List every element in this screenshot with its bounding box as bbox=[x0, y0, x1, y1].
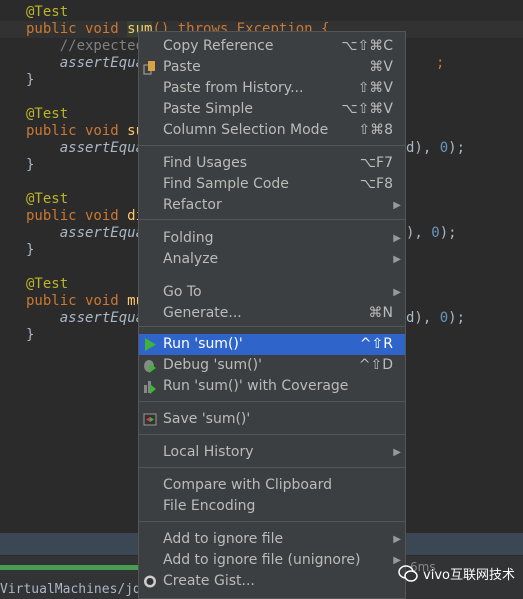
menu-item-label: Debug 'sum()' bbox=[163, 357, 262, 373]
menu-separator bbox=[139, 145, 405, 146]
menu-item-label: Paste bbox=[163, 59, 201, 75]
coverage-icon bbox=[143, 379, 157, 394]
menu-item-copy-reference[interactable]: Copy Reference ⌥⇧⌘C bbox=[139, 36, 405, 57]
menu-item-paste-simple[interactable]: Paste Simple ⌥⇧⌘V bbox=[139, 99, 405, 120]
submenu-arrow-icon: ▶ bbox=[393, 200, 401, 211]
menu-item-local-history[interactable]: Local History ▶ bbox=[139, 442, 405, 463]
watermark: vivo互联网技术 bbox=[398, 564, 515, 583]
menu-item-save-sum[interactable]: Save 'sum()' bbox=[139, 409, 405, 430]
menu-separator bbox=[139, 326, 405, 327]
menu-item-analyze[interactable]: Analyze ▶ bbox=[139, 249, 405, 270]
menu-item-run-sum-with-coverage[interactable]: Run 'sum()' with Coverage bbox=[139, 376, 405, 397]
menu-item-label: Add to ignore file bbox=[163, 531, 284, 547]
menu-item-label: Analyze bbox=[163, 251, 219, 267]
menu-item-shortcut: ⌥F8 bbox=[359, 176, 393, 192]
menu-item-find-usages[interactable]: Find Usages ⌥F7 bbox=[139, 153, 405, 174]
menu-item-add-to-ignore-file-unignore[interactable]: Add to ignore file (unignore) ▶ bbox=[139, 550, 405, 571]
menu-item-shortcut: ⇧⌘V bbox=[357, 80, 393, 96]
menu-item-shortcut: ⌘N bbox=[368, 305, 393, 321]
console-path: VirtualMachines/jdk1 bbox=[0, 582, 157, 597]
clipboard-icon bbox=[143, 60, 157, 75]
wechat-icon bbox=[398, 564, 418, 582]
menu-separator bbox=[139, 467, 405, 468]
menu-item-find-sample-code[interactable]: Find Sample Code ⌥F8 bbox=[139, 174, 405, 195]
menu-item-shortcut: ^⇧R bbox=[359, 336, 393, 352]
menu-item-shortcut: ⇧⌘8 bbox=[358, 122, 393, 138]
save-config-icon bbox=[143, 412, 157, 427]
menu-item-generate[interactable]: Generate... ⌘N bbox=[139, 303, 405, 324]
menu-item-label: Local History bbox=[163, 444, 254, 460]
menu-item-compare-with-clipboard[interactable]: Compare with Clipboard bbox=[139, 475, 405, 496]
menu-item-shortcut: ⌘V bbox=[369, 59, 393, 75]
menu-item-file-encoding[interactable]: File Encoding bbox=[139, 496, 405, 517]
menu-item-go-to[interactable]: Go To ▶ bbox=[139, 282, 405, 303]
run-icon bbox=[143, 337, 157, 352]
menu-item-paste[interactable]: Paste ⌘V bbox=[139, 57, 405, 78]
menu-item-folding[interactable]: Folding ▶ bbox=[139, 228, 405, 249]
menu-item-label: Create Gist... bbox=[163, 573, 255, 589]
menu-item-label: Find Sample Code bbox=[163, 176, 289, 192]
menu-item-create-gist[interactable]: Create Gist... bbox=[139, 571, 405, 592]
menu-item-run-sum[interactable]: Run 'sum()' ^⇧R bbox=[139, 334, 405, 355]
menu-item-label: Compare with Clipboard bbox=[163, 477, 332, 493]
menu-item-label: Copy Reference bbox=[163, 38, 274, 54]
test-progress-bar bbox=[0, 565, 140, 570]
menu-item-label: Go To bbox=[163, 284, 202, 300]
menu-separator bbox=[139, 401, 405, 402]
menu-item-label: Column Selection Mode bbox=[163, 122, 329, 138]
menu-separator bbox=[139, 521, 405, 522]
menu-item-label: Paste from History... bbox=[163, 80, 304, 96]
menu-item-shortcut: ⌥⇧⌘C bbox=[341, 38, 393, 54]
menu-item-label: Find Usages bbox=[163, 155, 248, 171]
submenu-arrow-icon: ▶ bbox=[393, 287, 401, 298]
menu-item-label: Folding bbox=[163, 230, 214, 246]
menu-item-label: Add to ignore file (unignore) bbox=[163, 552, 361, 568]
menu-item-shortcut: ⌥⇧⌘V bbox=[341, 101, 393, 117]
menu-item-label: Run 'sum()' with Coverage bbox=[163, 378, 349, 394]
menu-item-label: Generate... bbox=[163, 305, 242, 321]
context-menu: Copy Reference ⌥⇧⌘C Paste ⌘V Paste from Hist… bbox=[138, 31, 406, 599]
menu-item-shortcut: ⌥F7 bbox=[359, 155, 393, 171]
menu-separator bbox=[139, 219, 405, 220]
menu-item-debug-sum[interactable]: Debug 'sum()' ^⇧D bbox=[139, 355, 405, 376]
submenu-arrow-icon: ▶ bbox=[393, 534, 401, 545]
submenu-arrow-icon: ▶ bbox=[393, 254, 401, 265]
menu-item-label: Paste Simple bbox=[163, 101, 254, 117]
menu-item-column-selection-mode[interactable]: Column Selection Mode ⇧⌘8 bbox=[139, 120, 405, 141]
annotation: @Test bbox=[26, 4, 69, 20]
github-icon bbox=[143, 574, 157, 589]
menu-item-label: Run 'sum()' bbox=[163, 336, 243, 352]
debug-icon bbox=[143, 358, 157, 373]
menu-item-add-to-ignore-file[interactable]: Add to ignore file ▶ bbox=[139, 529, 405, 550]
menu-item-paste-from-history[interactable]: Paste from History... ⇧⌘V bbox=[139, 78, 405, 99]
submenu-arrow-icon: ▶ bbox=[393, 447, 401, 458]
submenu-arrow-icon: ▶ bbox=[393, 233, 401, 244]
menu-item-refactor[interactable]: Refactor ▶ bbox=[139, 195, 405, 216]
menu-item-label: File Encoding bbox=[163, 498, 256, 514]
menu-item-shortcut: ^⇧D bbox=[358, 357, 393, 373]
menu-separator bbox=[139, 434, 405, 435]
menu-item-label: Refactor bbox=[163, 197, 222, 213]
menu-item-label: Save 'sum()' bbox=[163, 411, 251, 427]
